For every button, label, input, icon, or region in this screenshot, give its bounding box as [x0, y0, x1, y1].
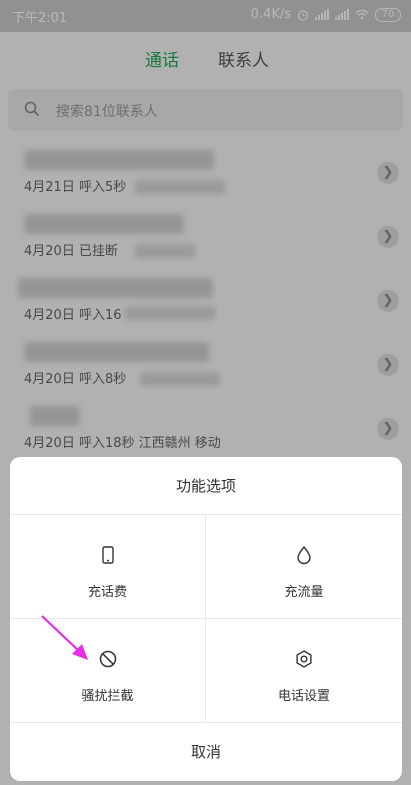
option-label: 电话设置: [277, 689, 330, 704]
option-label: 骚扰拦截: [81, 689, 134, 704]
droplet-icon: [297, 545, 311, 565]
watermark-url: jingyan.baidu.com: [301, 763, 385, 773]
recharge-call-button[interactable]: 充话费: [10, 515, 206, 619]
phone-icon: [102, 546, 114, 564]
option-label: 充流量: [284, 585, 324, 600]
phone-settings-button[interactable]: 电话设置: [206, 619, 402, 723]
recharge-data-button[interactable]: 充流量: [206, 515, 402, 619]
annotation-arrow: [41, 615, 88, 660]
gear-icon: [296, 650, 312, 668]
baidu-watermark: Baidu 经验: [311, 745, 389, 761]
sheet-title: 功能选项: [10, 457, 402, 515]
block-icon: [99, 650, 117, 668]
option-label: 充话费: [87, 585, 127, 600]
